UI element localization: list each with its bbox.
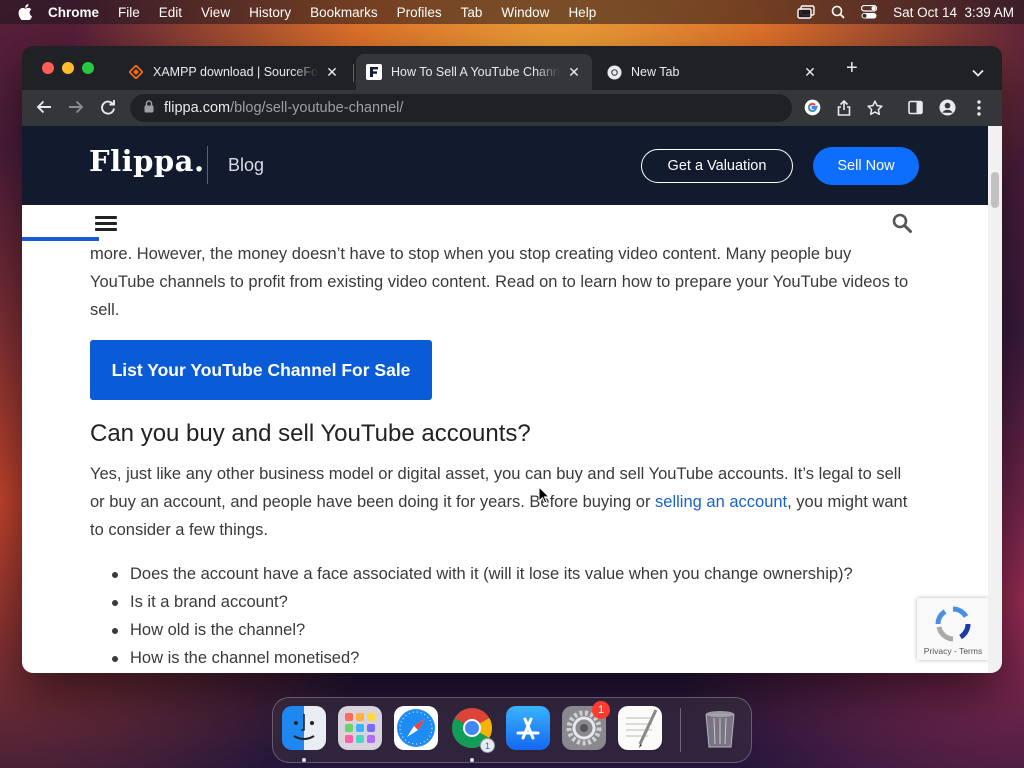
- web-page: Flippa. Blog Get a Valuation Sell Now mo…: [22, 126, 988, 673]
- macos-dock: 1 1: [272, 697, 752, 763]
- reading-progress-bar: [22, 237, 100, 241]
- tab-search-chevron-icon[interactable]: [972, 64, 984, 82]
- finder-icon[interactable]: [282, 706, 326, 750]
- hamburger-menu-icon[interactable]: [95, 215, 117, 236]
- recaptcha-icon: [935, 606, 971, 642]
- chrome-window: XAMPP download | SourceForge ✕ How To Se…: [22, 46, 1002, 673]
- selling-an-account-link[interactable]: selling an account: [655, 493, 787, 511]
- menu-view[interactable]: View: [201, 5, 230, 20]
- window-minimize-button[interactable]: [62, 62, 74, 74]
- spotlight-search-icon[interactable]: [831, 5, 845, 19]
- page-scrollbar[interactable]: [988, 126, 1002, 673]
- menu-app-name[interactable]: Chrome: [48, 5, 99, 20]
- menu-bookmarks[interactable]: Bookmarks: [310, 5, 378, 20]
- considerations-list: Does the account have a face associated …: [90, 560, 920, 672]
- new-tab-plus-icon[interactable]: +: [846, 58, 858, 78]
- google-lens-icon[interactable]: [804, 99, 821, 121]
- article-paragraph: Yes, just like any other business model …: [90, 460, 920, 544]
- finder-running-dot: [302, 758, 306, 762]
- control-center-icon[interactable]: [861, 5, 878, 19]
- tab-title: How To Sell A YouTube Channel: [391, 65, 560, 79]
- forward-arrow-icon[interactable]: [68, 99, 84, 120]
- menubar-clock[interactable]: Sat Oct 14 3:39 AM: [893, 5, 1014, 20]
- tab-xampp[interactable]: XAMPP download | SourceForge ✕: [118, 54, 350, 90]
- menu-help[interactable]: Help: [568, 5, 596, 20]
- sell-now-button[interactable]: Sell Now: [813, 147, 919, 185]
- apple-menu-icon[interactable]: [18, 4, 34, 20]
- flippa-logo[interactable]: Flippa.: [89, 144, 205, 178]
- menu-tab[interactable]: Tab: [461, 5, 483, 20]
- side-panel-icon[interactable]: [908, 100, 923, 120]
- tab-separator: [353, 64, 354, 82]
- menu-window[interactable]: Window: [501, 5, 549, 20]
- article-intro-paragraph: more. However, the money doesn’t have to…: [90, 245, 909, 319]
- list-item: How old is the channel?: [90, 616, 920, 644]
- menu-edit[interactable]: Edit: [159, 5, 182, 20]
- bookmark-star-icon[interactable]: [867, 100, 883, 121]
- list-item: How is the channel monetised?: [90, 644, 920, 672]
- window-close-button[interactable]: [42, 62, 54, 74]
- flippa-icon: [366, 64, 382, 80]
- list-item: Is it a brand account?: [90, 588, 920, 616]
- site-header: Flippa. Blog Get a Valuation Sell Now: [22, 126, 988, 205]
- lock-icon[interactable]: [144, 99, 154, 117]
- dock-separator: [680, 708, 681, 752]
- launchpad-icon[interactable]: [338, 706, 382, 750]
- address-bar[interactable]: flippa.com/blog/sell-youtube-channel/: [130, 94, 792, 122]
- tab-title: XAMPP download | SourceForge: [153, 65, 318, 79]
- tab-flippa[interactable]: How To Sell A YouTube Channel ✕: [356, 54, 592, 90]
- menu-history[interactable]: History: [249, 5, 291, 20]
- list-item: Does the account have a face associated …: [90, 560, 920, 588]
- tab-new-tab[interactable]: New Tab ✕: [596, 54, 828, 90]
- browser-toolbar: flippa.com/blog/sell-youtube-channel/: [22, 90, 1002, 126]
- tab-close-icon[interactable]: ✕: [802, 64, 818, 81]
- chrome-running-dot: [470, 758, 474, 762]
- tab-title: New Tab: [631, 65, 680, 79]
- blog-subnav: [22, 205, 988, 241]
- scrollbar-thumb[interactable]: [991, 172, 999, 208]
- recaptcha-badge[interactable]: Privacy - Terms: [917, 598, 988, 660]
- tab-strip: XAMPP download | SourceForge ✕ How To Se…: [22, 46, 1002, 90]
- reload-icon[interactable]: [100, 99, 116, 120]
- url-host: flippa.com: [164, 100, 231, 116]
- textedit-icon[interactable]: [618, 706, 662, 750]
- chrome-icon: [606, 64, 622, 80]
- back-arrow-icon[interactable]: [36, 99, 52, 120]
- chrome-download-badge: 1: [480, 738, 495, 753]
- tab-close-icon[interactable]: ✕: [324, 64, 340, 81]
- sourceforge-icon: [128, 64, 144, 80]
- menu-file[interactable]: File: [118, 5, 140, 20]
- screen-mirroring-icon[interactable]: [797, 5, 815, 19]
- menu-profiles[interactable]: Profiles: [397, 5, 442, 20]
- recaptcha-terms[interactable]: Privacy - Terms: [924, 646, 982, 656]
- tab-close-icon[interactable]: ✕: [566, 64, 582, 81]
- notification-badge: 1: [592, 701, 610, 719]
- trash-icon[interactable]: [698, 706, 742, 750]
- app-store-icon[interactable]: [506, 706, 550, 750]
- share-icon[interactable]: [837, 99, 851, 121]
- mouse-pointer-icon: [538, 485, 551, 509]
- window-zoom-button[interactable]: [82, 62, 94, 74]
- list-channel-for-sale-button[interactable]: List Your YouTube Channel For Sale: [90, 340, 432, 400]
- safari-icon[interactable]: [394, 706, 438, 750]
- url-path: /blog/sell-youtube-channel/: [230, 100, 404, 116]
- macos-menubar: Chrome File Edit View History Bookmarks …: [0, 0, 1024, 24]
- chrome-menu-kebab-icon[interactable]: [977, 100, 981, 121]
- section-heading: Can you buy and sell YouTube accounts?: [90, 420, 531, 447]
- profile-avatar-icon[interactable]: [939, 99, 956, 121]
- blog-link[interactable]: Blog: [228, 155, 264, 176]
- header-divider: [207, 146, 208, 184]
- chrome-dock-icon[interactable]: 1: [450, 706, 495, 753]
- get-valuation-button[interactable]: Get a Valuation: [641, 149, 793, 183]
- search-icon[interactable]: [892, 213, 912, 238]
